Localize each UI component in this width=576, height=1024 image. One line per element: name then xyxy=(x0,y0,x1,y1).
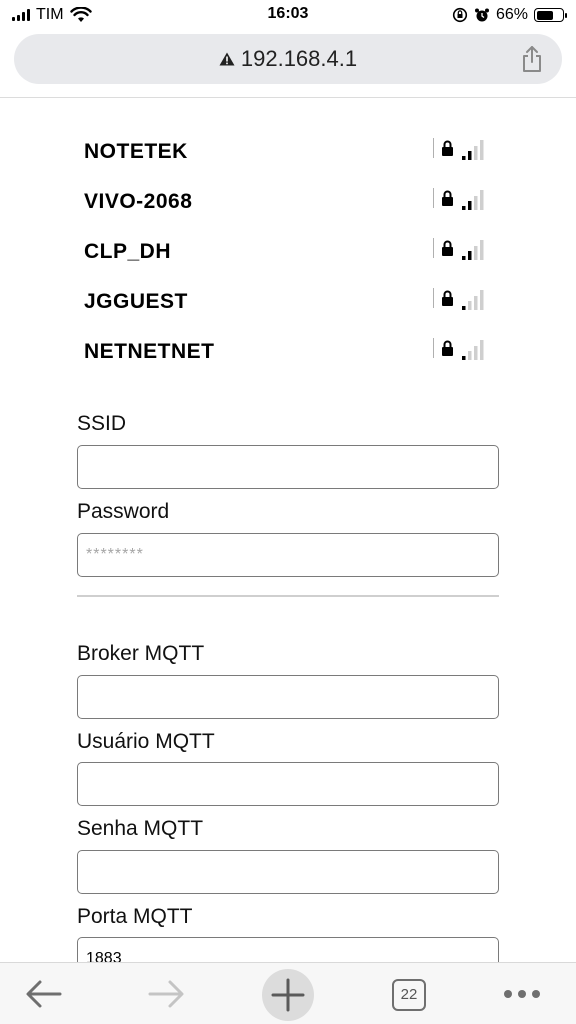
signal-bar xyxy=(474,146,478,160)
signal-bar xyxy=(462,356,466,360)
porta-mqtt-label: Porta MQTT xyxy=(77,905,193,928)
signal-bar xyxy=(474,196,478,210)
signal-bar xyxy=(462,156,466,160)
bottom-toolbar: 22 xyxy=(0,962,576,1024)
share-icon[interactable] xyxy=(520,45,544,73)
signal-bar xyxy=(468,201,472,210)
signal-bar xyxy=(468,151,472,160)
signal-bar xyxy=(480,140,484,160)
signal-bar xyxy=(480,340,484,360)
broker-mqtt-input[interactable] xyxy=(77,675,499,719)
signal-bar xyxy=(468,251,472,260)
signal-bar xyxy=(474,246,478,260)
signal-bar xyxy=(480,190,484,210)
signal-bar xyxy=(468,301,472,310)
back-arrow-icon[interactable] xyxy=(20,971,68,1017)
signal-bar xyxy=(462,256,466,260)
new-tab-button[interactable] xyxy=(262,969,314,1021)
alarm-icon xyxy=(474,8,489,22)
lock-icon xyxy=(442,240,453,256)
broker-mqtt-label: Broker MQTT xyxy=(77,642,205,665)
network-item[interactable]: VIVO-2068 xyxy=(84,182,494,222)
lock-icon xyxy=(442,340,453,356)
signal-bar xyxy=(474,296,478,310)
signal-bar xyxy=(462,206,466,210)
network-ssid: CLP_DH xyxy=(84,240,172,263)
status-bar: TIM 16:03 66% xyxy=(0,0,576,30)
senha-mqtt-label: Senha MQTT xyxy=(77,817,204,840)
lock-icon xyxy=(442,140,453,156)
network-item[interactable]: NOTETEK xyxy=(84,132,494,172)
forward-arrow-icon[interactable] xyxy=(142,971,190,1017)
signal-bar xyxy=(480,290,484,310)
battery-percent: 66% xyxy=(495,6,528,23)
warning-triangle-icon xyxy=(219,52,235,66)
signal-bar xyxy=(462,306,466,310)
network-ssid: NOTETEK xyxy=(84,140,188,163)
password-input[interactable] xyxy=(77,533,499,577)
network-status-icons xyxy=(433,188,484,210)
ssid-input[interactable] xyxy=(77,445,499,489)
url-text: 192.168.4.1 xyxy=(240,46,358,71)
network-ssid: NETNETNET xyxy=(84,340,215,363)
network-item[interactable]: JGGUEST xyxy=(84,282,494,322)
tabs-button[interactable]: 22 xyxy=(392,979,426,1011)
network-ssid: VIVO-2068 xyxy=(84,190,193,213)
senha-mqtt-input[interactable] xyxy=(77,850,499,894)
form-divider xyxy=(77,595,499,597)
battery-icon xyxy=(534,8,567,22)
network-status-icons xyxy=(433,138,484,160)
network-status-icons xyxy=(433,338,484,360)
orientation-lock-icon xyxy=(452,7,468,23)
network-status-icons xyxy=(433,288,484,310)
signal-bar xyxy=(468,351,472,360)
password-label: Password xyxy=(77,500,170,523)
network-ssid: JGGUEST xyxy=(84,290,188,313)
lock-icon xyxy=(442,290,453,306)
header-divider xyxy=(0,97,576,98)
address-bar[interactable]: 192.168.4.1 xyxy=(14,34,562,84)
usuario-mqtt-input[interactable] xyxy=(77,762,499,806)
more-menu-icon[interactable] xyxy=(498,971,546,1017)
usuario-mqtt-label: Usuário MQTT xyxy=(77,730,215,753)
network-status-icons xyxy=(433,238,484,260)
status-right: 66% xyxy=(452,6,567,24)
network-item[interactable]: CLP_DH xyxy=(84,232,494,272)
battery-level xyxy=(536,10,553,20)
lock-icon xyxy=(442,190,453,206)
url-display[interactable]: 192.168.4.1 xyxy=(14,46,562,72)
plus-icon xyxy=(271,978,305,1012)
signal-bar xyxy=(480,240,484,260)
ssid-label: SSID xyxy=(77,412,127,435)
network-item[interactable]: NETNETNET xyxy=(84,332,494,372)
signal-bar xyxy=(474,346,478,360)
